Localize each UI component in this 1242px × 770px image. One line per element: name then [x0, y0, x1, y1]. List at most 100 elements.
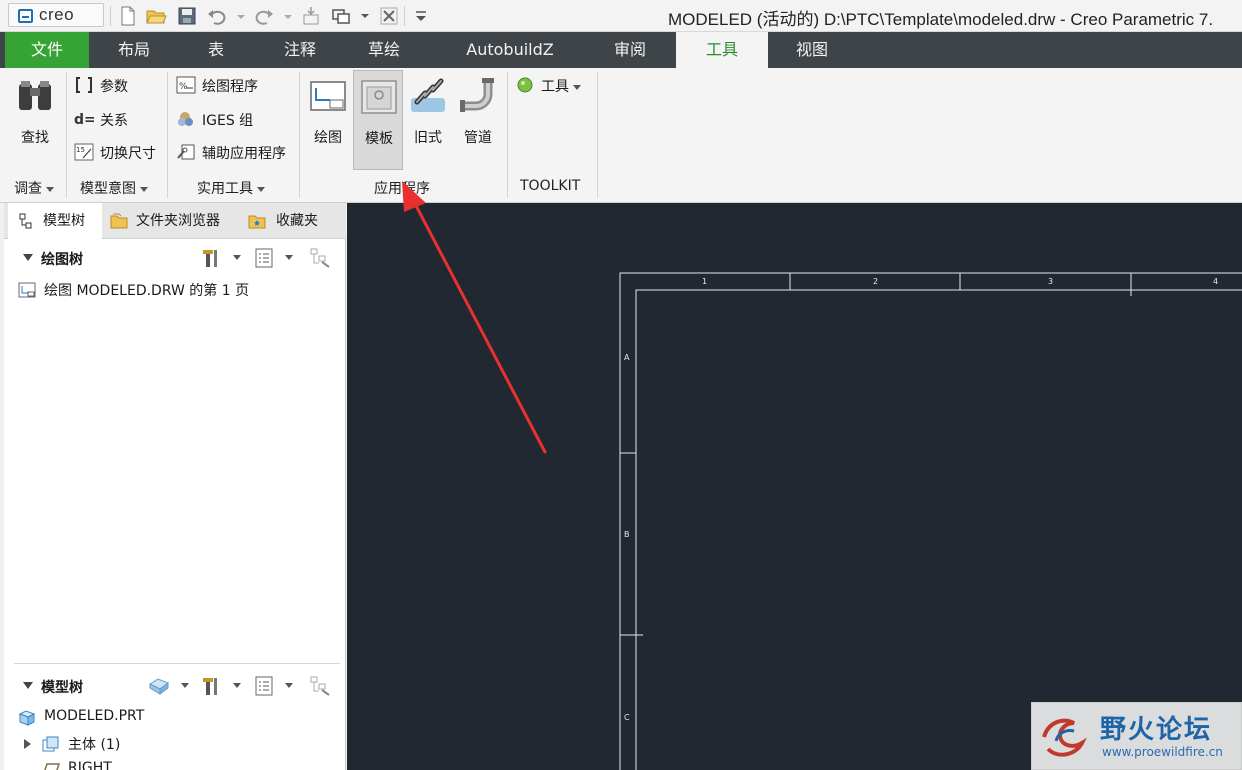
piping-label: 管道 [464, 130, 492, 146]
tree-filter-icon[interactable] [309, 675, 331, 697]
svg-text:d=: d= [74, 112, 94, 128]
legacy-label: 旧式 [414, 130, 442, 146]
drawing-app-label: 绘图 [314, 130, 342, 146]
green-circle-icon [517, 77, 533, 93]
graphics-canvas[interactable]: 1 2 3 4 A B C [347, 203, 1242, 770]
group-utilities-label[interactable]: 实用工具 [197, 178, 265, 198]
group-investigate-text: 调查 [14, 181, 42, 197]
show-tree-items-icon[interactable] [147, 675, 169, 697]
legacy-button[interactable]: 旧式 [403, 70, 453, 170]
tab-model-tree[interactable]: 模型树 [8, 203, 102, 239]
save-icon[interactable] [176, 5, 198, 27]
model-tree-header: 模型树 [4, 671, 346, 701]
redo-icon[interactable] [253, 5, 275, 27]
title-bar: creo MODELED (活动的) D:\PTC\Template\model… [0, 0, 1242, 32]
group-separator [167, 72, 168, 198]
tab-folder-browser-label: 文件夹浏览器 [136, 213, 220, 229]
drawing-sheet-icon [18, 282, 36, 298]
ribbon-body: 查找 调查 参数 d= 关系 15 切换尺寸 模型意图 % 绘图程序 IGES … [0, 68, 1242, 203]
collapse-icon[interactable] [23, 254, 33, 261]
chevron-down-icon[interactable] [285, 255, 293, 260]
show-list-icon[interactable] [253, 675, 275, 697]
group-separator [597, 72, 598, 198]
navigator-tabs: 模型树 文件夹浏览器 收藏夹 [4, 203, 346, 239]
svg-text:15: 15 [76, 146, 85, 154]
model-tree-icon [19, 213, 32, 229]
creo-logo[interactable]: creo [8, 3, 104, 27]
group-utilities-text: 实用工具 [197, 181, 253, 197]
drawing-sheet-label: 绘图 MODELED.DRW 的第 1 页 [44, 283, 250, 299]
expand-icon[interactable] [24, 739, 31, 749]
zone-label-top: 1 [702, 277, 708, 286]
piping-button[interactable]: 管道 [453, 70, 503, 170]
drawing-app-button[interactable]: 绘图 [303, 70, 353, 170]
zone-label-top: 3 [1048, 277, 1054, 286]
windows-dropdown-icon[interactable] [354, 5, 376, 27]
datum-plane-icon [44, 763, 60, 770]
zone-label-top: 2 [873, 277, 879, 286]
tree-filter-icon[interactable] [309, 247, 331, 269]
new-file-icon[interactable] [117, 5, 139, 27]
zone-label-left: A [624, 353, 630, 362]
group-toolkit-label: TOOLKIT [520, 178, 581, 194]
template-button[interactable]: 模板 [353, 70, 403, 170]
chevron-down-icon[interactable] [285, 683, 293, 688]
show-list-icon[interactable] [253, 247, 275, 269]
chain-link-icon [411, 78, 445, 112]
relations-icon: d= [74, 112, 94, 128]
favorites-icon [248, 215, 266, 229]
binoculars-icon [19, 81, 51, 110]
watermark: 野火论坛 www.proewildfire.cn [1031, 702, 1242, 770]
regenerate-icon[interactable] [300, 5, 322, 27]
customize-toolbar-icon[interactable] [410, 5, 432, 27]
chevron-down-icon[interactable] [233, 255, 241, 260]
close-window-icon[interactable] [378, 5, 400, 27]
body-icon [42, 736, 59, 752]
settings-tools-icon[interactable] [200, 675, 222, 697]
watermark-en-text: www.proewildfire.cn [1102, 745, 1223, 759]
find-label: 查找 [21, 130, 49, 146]
tab-sketch[interactable]: 草绘 [346, 32, 422, 68]
group-investigate-label[interactable]: 调查 [14, 178, 54, 198]
tab-review[interactable]: 审阅 [594, 32, 666, 68]
relations-label: 关系 [100, 113, 128, 129]
find-button[interactable]: 查找 [10, 70, 60, 170]
panel-divider[interactable] [14, 663, 340, 664]
settings-tools-icon[interactable] [200, 247, 222, 269]
chevron-down-icon[interactable] [181, 683, 189, 688]
ribbon-tabs: 文件 布局 表 注释 草绘 AutobuildZ 审阅 工具 视图 [0, 32, 1242, 68]
window-title: MODELED (活动的) D:\PTC\Template\modeled.dr… [668, 10, 1214, 29]
pipe-elbow-icon [460, 78, 494, 112]
windows-icon[interactable] [330, 5, 352, 27]
tab-favorites[interactable]: 收藏夹 [244, 203, 344, 239]
datum-plane-label: RIGHT [68, 760, 112, 770]
drawing-app-icon [310, 81, 346, 111]
toolkit-tools-label: 工具 [541, 76, 581, 96]
group-model-intent-label[interactable]: 模型意图 [80, 178, 148, 198]
tab-autobuildz[interactable]: AutobuildZ [442, 32, 578, 68]
aux-applications-label: 辅助应用程序 [202, 146, 286, 162]
tab-tools[interactable]: 工具 [676, 32, 768, 68]
redo-dropdown-icon[interactable] [277, 5, 299, 27]
tab-folder-browser[interactable]: 文件夹浏览器 [104, 203, 242, 239]
svg-text:%: % [179, 82, 188, 92]
chevron-down-icon[interactable] [233, 683, 241, 688]
tab-file[interactable]: 文件 [5, 32, 89, 68]
undo-dropdown-icon[interactable] [230, 5, 252, 27]
navigator-panel: 模型树 文件夹浏览器 收藏夹 绘图树 绘图 MODELED.DRW 的第 1 页… [4, 203, 346, 770]
open-folder-icon[interactable] [145, 5, 167, 27]
tab-annotate[interactable]: 注释 [262, 32, 338, 68]
collapse-icon[interactable] [23, 682, 33, 689]
chevron-down-icon [257, 186, 265, 192]
body-label: 主体 (1) [68, 737, 121, 753]
zone-label-left: C [624, 713, 630, 722]
tab-table[interactable]: 表 [181, 32, 251, 68]
group-applications-label: 应用程序 [374, 181, 430, 197]
undo-icon[interactable] [206, 5, 228, 27]
tab-layout[interactable]: 布局 [96, 32, 172, 68]
template-icon [361, 80, 397, 114]
toolbar-separator [404, 6, 405, 26]
aux-applications-icon [177, 144, 195, 160]
tab-view[interactable]: 视图 [776, 32, 848, 68]
drawing-frame [619, 272, 1242, 770]
